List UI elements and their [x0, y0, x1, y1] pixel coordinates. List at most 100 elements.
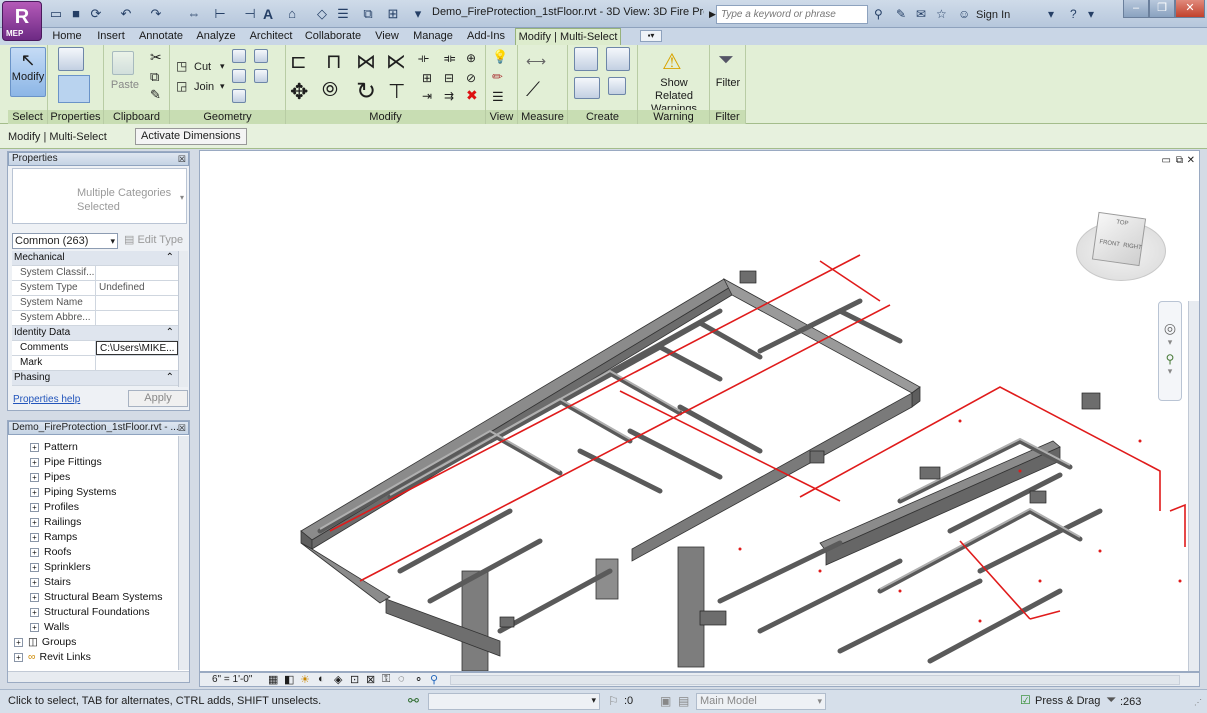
split-face-icon[interactable] — [254, 49, 268, 66]
filter-funnel-icon[interactable]: ⏷ — [718, 49, 734, 72]
expand-search-icon[interactable]: ▶ — [709, 9, 716, 20]
subscription-icon[interactable]: ✎ — [896, 7, 906, 21]
comments-field[interactable]: C:\Users\MIKE... — [96, 341, 178, 355]
view-scale[interactable]: 6" = 1'-0" — [212, 674, 252, 685]
browser-scrollbar-horizontal[interactable] — [8, 671, 189, 682]
tree-item[interactable]: + Roofs — [30, 545, 71, 560]
user-icon[interactable]: ☺ — [958, 7, 970, 21]
unpin-icon[interactable]: ⊘ — [466, 71, 476, 85]
property-row[interactable]: Mark — [12, 356, 178, 371]
tree-item[interactable]: + Pipe Fittings — [30, 455, 102, 470]
mirror-draw-icon[interactable]: ⋉ — [386, 49, 406, 74]
cut-geometry-icon[interactable]: ◳ — [176, 59, 187, 73]
viewcube[interactable]: TOP FRONT RIGHT — [1091, 211, 1147, 267]
override-graphics-icon[interactable]: 💡 — [492, 49, 508, 65]
active-workset-dropdown[interactable]: ▾ — [428, 693, 600, 710]
tab-home[interactable]: Home — [46, 28, 88, 45]
create-similar-icon[interactable] — [608, 77, 626, 98]
delete-icon[interactable]: ✖ — [466, 87, 478, 104]
properties-palette-icon[interactable] — [58, 75, 90, 103]
warning-icon[interactable]: ⚠ — [662, 49, 682, 75]
property-row[interactable]: System Classif... — [12, 266, 178, 281]
tree-item[interactable]: + Piping Systems — [30, 485, 116, 500]
tab-manage[interactable]: Manage — [408, 28, 458, 45]
split-element-icon[interactable]: ⟛ — [418, 51, 429, 66]
wall-joins-icon[interactable] — [232, 49, 246, 66]
close-hidden-icon[interactable]: ⧉ — [360, 6, 376, 22]
edit-type-button[interactable]: ▤ Edit Type — [124, 233, 183, 246]
group-mechanical[interactable]: Mechanical ⌃ — [12, 251, 178, 266]
worksets-icon[interactable]: ⚯ — [408, 693, 419, 709]
paint-icon[interactable] — [232, 69, 246, 86]
help-icon[interactable]: ? — [1070, 7, 1077, 21]
mirror-axis-icon[interactable]: ⋈ — [356, 49, 376, 74]
close-window-button[interactable]: ✕ — [1175, 0, 1205, 18]
tab-modify-multi-select[interactable]: Modify | Multi-Select — [515, 28, 621, 45]
match-properties-icon[interactable]: ✎ — [150, 87, 161, 103]
pin-icon[interactable]: ⊕ — [466, 51, 476, 65]
exclude-options-icon[interactable]: ▣ — [660, 694, 671, 708]
communication-icon[interactable]: ✉ — [916, 7, 926, 21]
save-icon[interactable]: ■ — [68, 6, 84, 22]
property-row[interactable]: System Name — [12, 296, 178, 311]
tree-item[interactable]: + Stairs — [30, 575, 71, 590]
search-input[interactable]: Type a keyword or phrase — [716, 5, 868, 24]
modify-button[interactable]: ↖ Modify — [10, 47, 46, 97]
show-crop-icon[interactable]: ⊠ — [366, 673, 375, 686]
property-value[interactable] — [96, 266, 178, 280]
close-properties-icon[interactable]: ☒ — [178, 153, 186, 165]
demolish-icon[interactable] — [254, 69, 268, 86]
paste-icon[interactable] — [112, 51, 138, 77]
filter-button[interactable]: Filter — [710, 77, 746, 89]
group-phasing[interactable]: Phasing ⌃ — [12, 371, 178, 386]
render-icon[interactable]: ◈ — [334, 673, 342, 686]
tree-item[interactable]: + Walls — [30, 620, 69, 635]
close-browser-icon[interactable]: ☒ — [178, 422, 186, 434]
sun-path-icon[interactable]: ☀ — [300, 673, 310, 686]
tab-add-ins[interactable]: Add-Ins — [460, 28, 512, 45]
resize-grip-icon[interactable]: ⋰ — [1194, 698, 1202, 707]
tree-item[interactable]: + Railings — [30, 515, 81, 530]
aligned-dimension-icon[interactable]: ⟋ — [526, 79, 540, 102]
tree-item-groups[interactable]: + ◫ Groups — [14, 635, 76, 650]
trim-extend-icon[interactable]: ⊤ — [388, 79, 405, 104]
property-value[interactable]: Undefined — [96, 281, 178, 295]
array-icon[interactable]: ⊞ — [422, 71, 432, 85]
shadows-icon[interactable]: ◐ — [318, 673, 325, 685]
view-restore-icon[interactable]: ⧉ — [1176, 155, 1183, 166]
sign-in-button[interactable]: Sign In — [976, 9, 1010, 21]
tag-icon[interactable]: ⊣ — [242, 6, 258, 22]
lock-view-icon[interactable]: ⚿ — [382, 673, 390, 686]
trim-multiple-icon[interactable]: ⇉ — [444, 89, 454, 103]
application-menu-button[interactable]: R MEP — [2, 1, 42, 41]
browser-scrollbar-vertical[interactable] — [178, 436, 189, 670]
tree-item-revit-links[interactable]: + ∞ Revit Links — [14, 650, 91, 665]
viewcube-right[interactable]: RIGHT — [1123, 243, 1142, 252]
offset-icon[interactable]: ⊓ — [326, 49, 342, 74]
press-drag-checkbox[interactable]: ☑ — [1020, 693, 1031, 707]
type-selector[interactable]: Multiple Categories Selected ▾ — [12, 168, 187, 224]
switch-windows-icon[interactable]: ⊞ — [385, 6, 401, 22]
mark-field[interactable] — [96, 356, 178, 370]
tab-collaborate[interactable]: Collaborate — [300, 28, 366, 45]
view-close-icon[interactable]: ✕ — [1187, 155, 1195, 166]
measure-distance-icon[interactable]: ⟷ — [526, 53, 546, 70]
undo-icon[interactable]: ↶ — [118, 6, 134, 22]
tree-item[interactable]: + Profiles — [30, 500, 79, 515]
help-dropdown-icon[interactable]: ▾ — [1088, 7, 1094, 21]
join-dropdown-icon[interactable]: ▾ — [220, 81, 225, 92]
redo-icon[interactable]: ↷ — [148, 6, 164, 22]
temporary-hide-icon[interactable]: ◌ — [398, 673, 405, 685]
activate-dimensions-button[interactable]: Activate Dimensions — [135, 128, 247, 145]
rotate-icon[interactable]: ↻ — [356, 77, 376, 106]
measure-icon[interactable]: ⇔ — [186, 6, 202, 22]
cut-geometry-button[interactable]: Cut — [194, 61, 211, 73]
type-properties-icon[interactable] — [58, 47, 88, 73]
property-row[interactable]: System Type Undefined — [12, 281, 178, 296]
cut-dropdown-icon[interactable]: ▾ — [220, 61, 225, 72]
create-group-icon[interactable] — [574, 77, 600, 102]
selection-filter-icon[interactable]: ⏷ — [1106, 692, 1116, 708]
group-identity-data[interactable]: Identity Data ⌃ — [12, 326, 178, 341]
viewcube-front[interactable]: FRONT — [1099, 239, 1120, 248]
instance-filter-dropdown[interactable]: Common (263) ▾ — [12, 233, 118, 249]
